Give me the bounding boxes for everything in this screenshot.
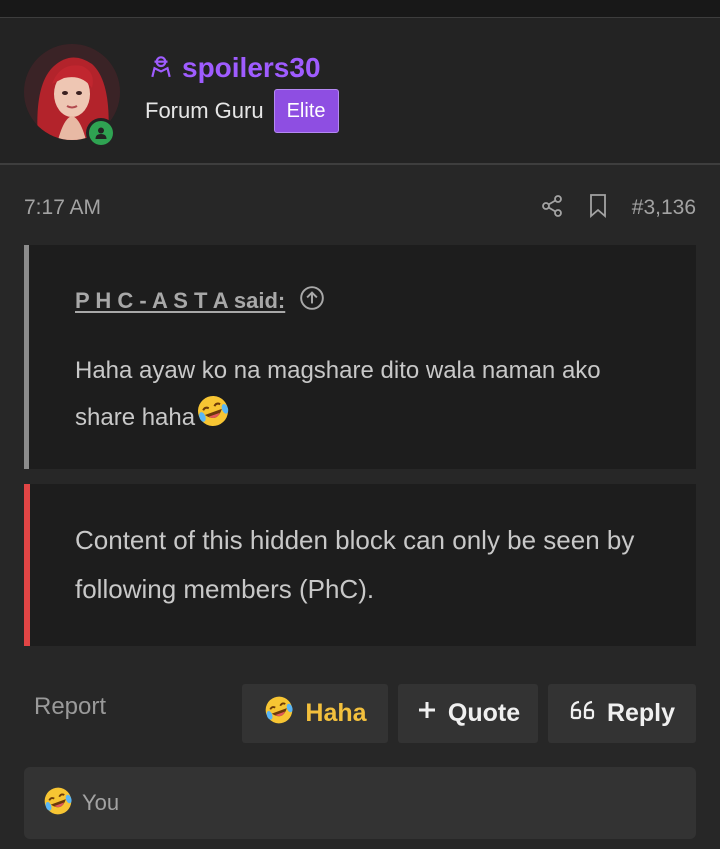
- user-title: Forum Guru: [145, 98, 264, 123]
- post-number-link[interactable]: #3,136: [632, 196, 696, 220]
- user-icon: [148, 53, 174, 84]
- plus-icon: [416, 699, 438, 728]
- bookmark-icon[interactable]: [586, 193, 610, 224]
- quote-button[interactable]: Quote: [398, 684, 538, 743]
- username-link[interactable]: spoilers30: [182, 52, 321, 84]
- laughing-emoji-icon: [42, 785, 74, 822]
- haha-label: Haha: [305, 699, 367, 727]
- arrow-up-circle-icon[interactable]: [299, 285, 325, 316]
- quote-marks-icon: [569, 698, 597, 729]
- user-badge: Elite: [273, 89, 339, 133]
- quote-text: Haha ayaw ko na magshare dito wala naman…: [75, 349, 645, 444]
- post-meta-actions: #3,136: [540, 193, 696, 224]
- reactions-summary: You: [82, 790, 120, 815]
- top-bar: [0, 0, 720, 18]
- online-status-icon: [86, 118, 116, 148]
- haha-reaction-button[interactable]: Haha: [242, 684, 388, 743]
- hidden-content-block: Content of this hidden block can only be…: [24, 484, 696, 646]
- laughing-emoji-icon: [263, 694, 295, 733]
- reply-button[interactable]: Reply: [548, 684, 696, 743]
- hidden-block-notice: Content of this hidden block can only be…: [75, 525, 635, 604]
- share-icon[interactable]: [540, 194, 564, 223]
- reactions-bar[interactable]: You: [24, 767, 696, 839]
- quote-label: Quote: [447, 699, 521, 727]
- quote-block: P H C - A S T A said: Haha ayaw ko na ma…: [24, 245, 696, 469]
- quote-body: Haha ayaw ko na magshare dito wala naman…: [75, 357, 601, 431]
- reply-label: Reply: [606, 699, 676, 727]
- quote-author-link[interactable]: P H C - A S T A said:: [75, 288, 285, 314]
- post-timestamp[interactable]: 7:17 AM: [24, 196, 101, 220]
- username-row: spoilers30: [148, 52, 321, 84]
- post-user-header: spoilers30 Forum Guru Elite: [0, 18, 720, 165]
- quote-header: P H C - A S T A said:: [75, 285, 325, 316]
- user-title-row: Forum Guru Elite: [145, 89, 339, 133]
- laughing-emoji-icon: [195, 393, 231, 444]
- post-meta: 7:17 AM #3,136: [24, 193, 696, 223]
- report-link[interactable]: Report: [34, 693, 106, 721]
